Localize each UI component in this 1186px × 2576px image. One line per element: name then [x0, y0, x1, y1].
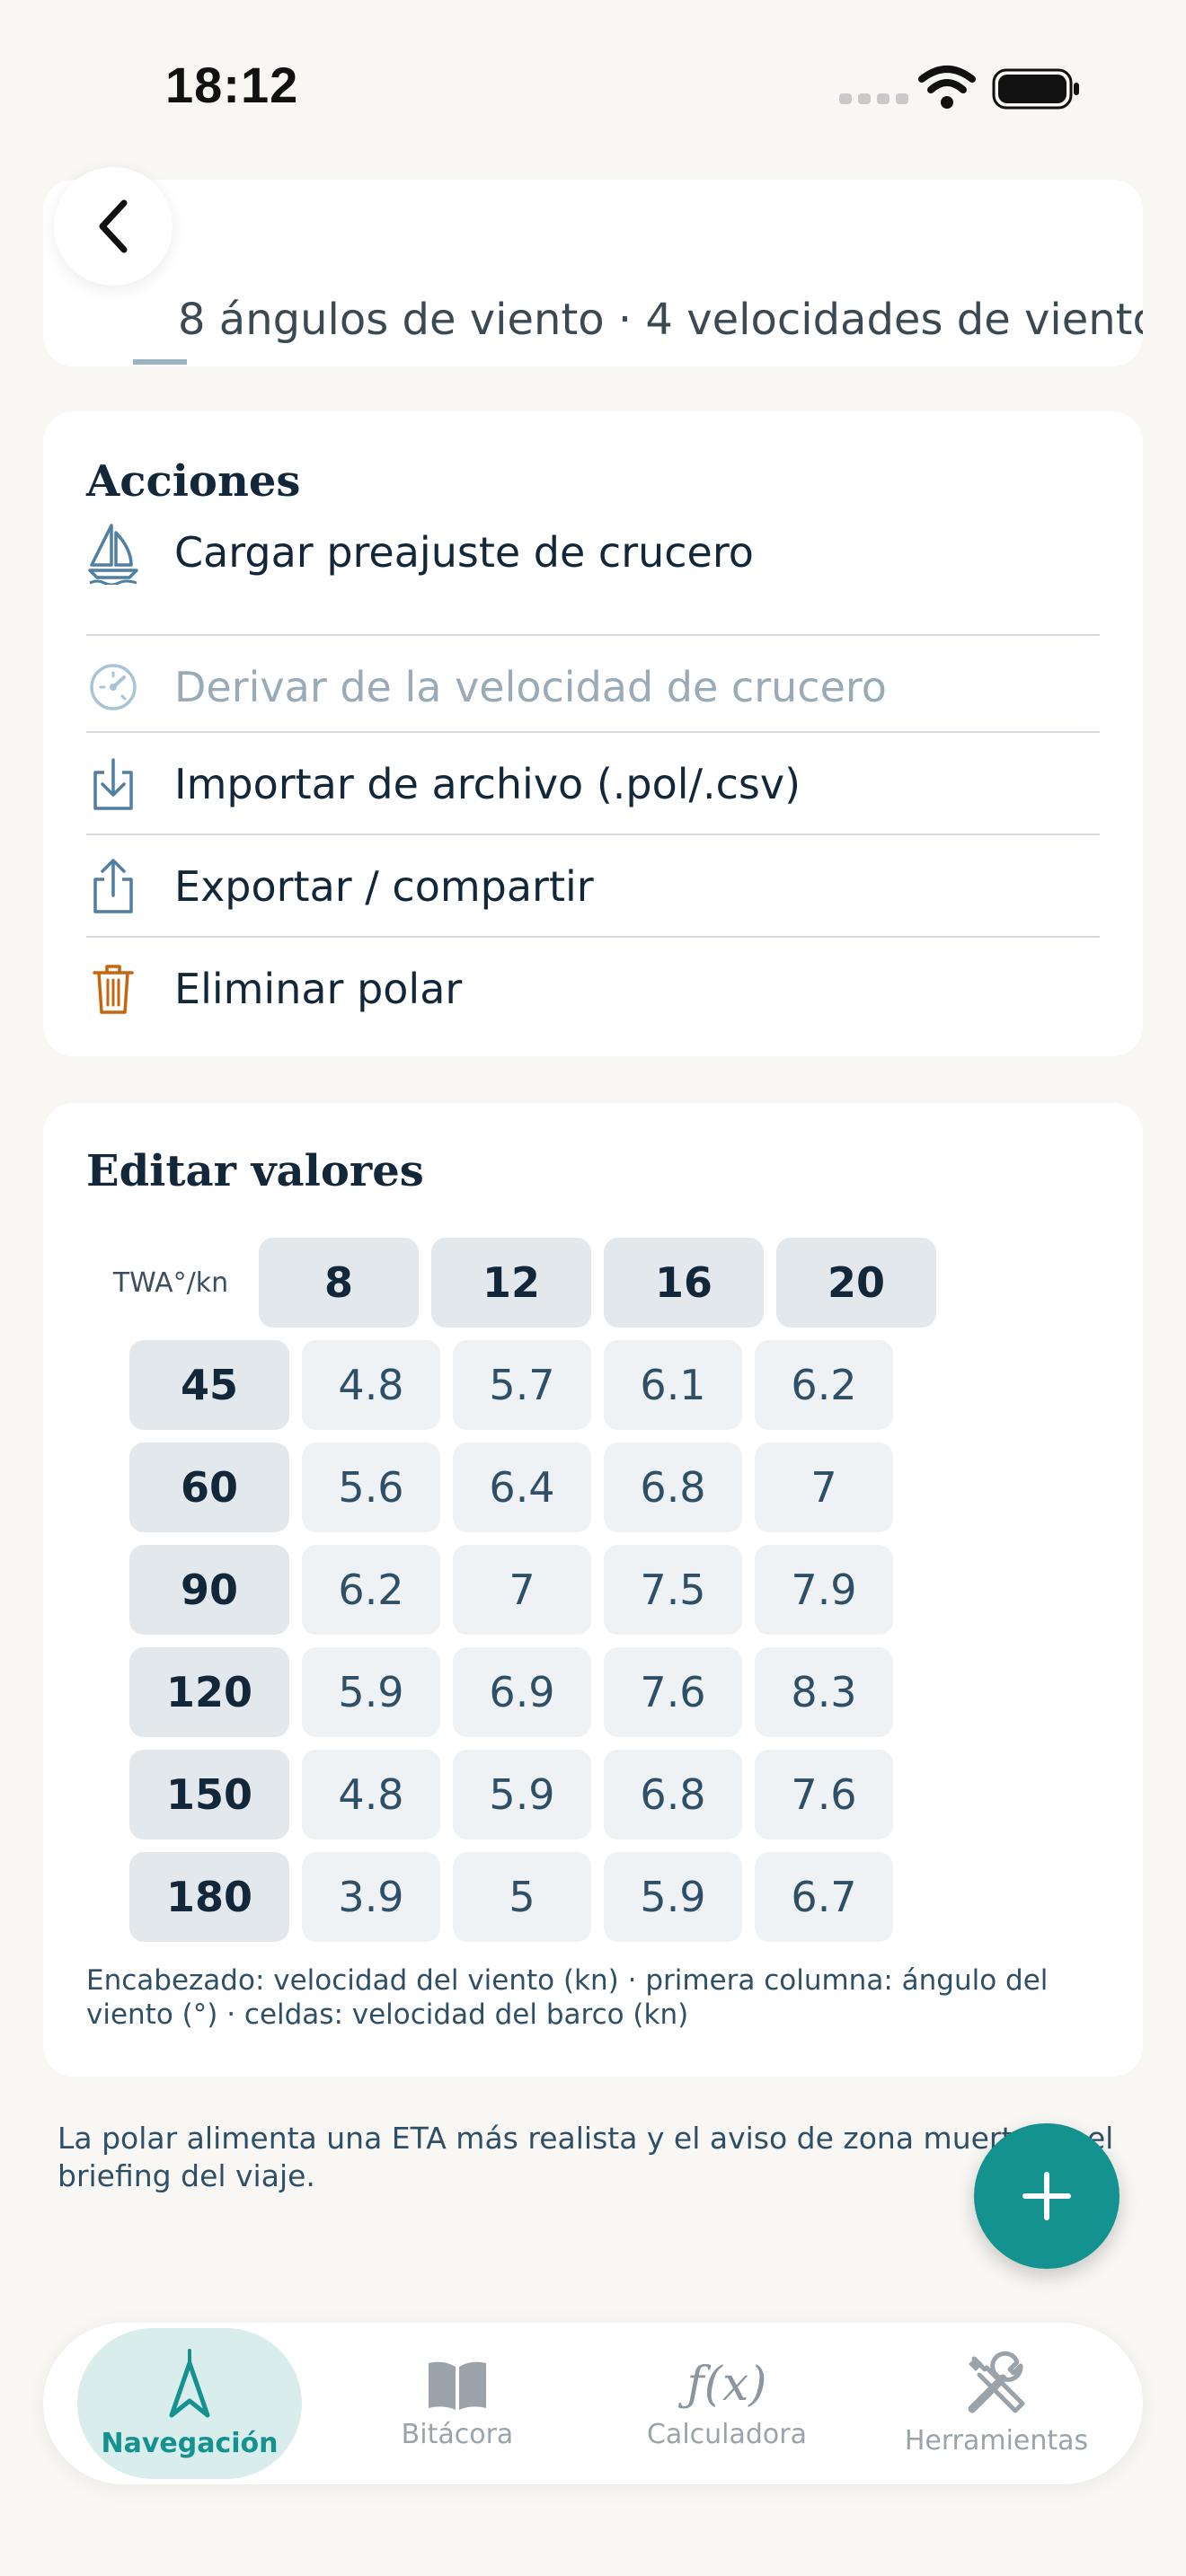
chevron-left-icon [99, 199, 128, 253]
wind-angle-header: 150 [129, 1750, 289, 1839]
add-button[interactable] [974, 2123, 1120, 2269]
trash-icon [86, 957, 140, 1021]
boat-speed-cell[interactable]: 3.9 [302, 1852, 440, 1942]
share-icon [86, 854, 140, 919]
compass-needle-icon [169, 2348, 210, 2417]
boat-speed-cell[interactable]: 5.9 [302, 1647, 440, 1737]
boat-speed-cell[interactable]: 4.8 [302, 1750, 440, 1839]
boat-speed-cell[interactable]: 5.9 [604, 1852, 742, 1942]
action-label: Exportar / compartir [174, 862, 594, 911]
wind-angle-header: 45 [129, 1340, 289, 1430]
boat-speed-cell[interactable]: 6.9 [453, 1647, 591, 1737]
import-from-file-button[interactable]: Importar de archivo (.pol/.csv) [86, 733, 1100, 835]
edit-values-card: Editar valores TWA°/kn 8 12 16 20 45 4.8 5… [43, 1103, 1143, 2077]
boat-speed-cell[interactable]: 7.6 [755, 1750, 893, 1839]
status-time: 18:12 [165, 57, 299, 113]
boat-speed-cell[interactable]: 7.5 [604, 1545, 742, 1635]
tab-navegacion[interactable]: Navegación [77, 2328, 302, 2479]
action-label: Importar de archivo (.pol/.csv) [174, 760, 801, 808]
boat-speed-cell[interactable]: 6.1 [604, 1340, 742, 1430]
function-icon: ƒ(x) [686, 2357, 767, 2412]
tab-herramientas[interactable]: Herramientas [884, 2328, 1109, 2479]
boat-speed-cell[interactable]: 6.2 [302, 1545, 440, 1635]
gauge-icon [86, 655, 140, 719]
action-label: Derivar de la velocidad de crucero [174, 663, 887, 711]
action-label: Eliminar polar [174, 965, 463, 1013]
tools-icon [968, 2351, 1025, 2413]
plus-icon [1022, 2172, 1071, 2220]
book-icon [429, 2361, 486, 2410]
cellular-signal-icon [839, 93, 908, 104]
boat-speed-cell[interactable]: 6.8 [604, 1750, 742, 1839]
wind-angle-header: 180 [129, 1852, 289, 1942]
wind-speed-header: 16 [604, 1238, 764, 1328]
actions-title: Acciones [86, 456, 301, 507]
tab-bitacora[interactable]: Bitácora [345, 2328, 570, 2479]
derive-from-cruise-speed-button[interactable]: Derivar de la velocidad de crucero [86, 636, 1100, 738]
boat-speed-cell[interactable]: 5.7 [453, 1340, 591, 1430]
download-icon [86, 752, 140, 816]
boat-speed-cell[interactable]: 5.9 [453, 1750, 591, 1839]
status-bar: 18:12 [0, 0, 1186, 171]
wind-angle-header: 90 [129, 1545, 289, 1635]
wind-angle-header: 120 [129, 1647, 289, 1737]
boat-speed-cell[interactable]: 6.2 [755, 1340, 893, 1430]
tab-label: Navegación [101, 2427, 279, 2459]
boat-speed-cell[interactable]: 5.6 [302, 1442, 440, 1532]
back-button[interactable] [54, 167, 173, 286]
boat-speed-cell[interactable]: 4.8 [302, 1340, 440, 1430]
delete-polar-button[interactable]: Eliminar polar [86, 938, 1100, 1040]
boat-speed-cell[interactable]: 7 [453, 1545, 591, 1635]
tab-bar: Navegación Bitácora ƒ(x) Calculadora Her… [43, 2323, 1143, 2484]
tab-label: Herramientas [904, 2424, 1089, 2457]
battery-icon [992, 68, 1079, 110]
tab-calculadora[interactable]: ƒ(x) Calculadora [615, 2328, 839, 2479]
edit-values-title: Editar valores [86, 1146, 424, 1196]
wind-angle-header: 60 [129, 1442, 289, 1532]
boat-speed-cell[interactable]: 5 [453, 1852, 591, 1942]
boat-speed-cell[interactable]: 7.9 [755, 1545, 893, 1635]
corner-label: TWA°/kn [112, 1266, 229, 1299]
wind-speed-header: 12 [431, 1238, 591, 1328]
boat-speed-cell[interactable]: 7.6 [604, 1647, 742, 1737]
boat-speed-cell[interactable]: 8.3 [755, 1647, 893, 1737]
boat-speed-cell[interactable]: 6.8 [604, 1442, 742, 1532]
wind-speed-header: 8 [259, 1238, 419, 1328]
load-cruise-preset-button[interactable]: Cargar preajuste de crucero [86, 501, 1100, 604]
grid-caption: Encabezado: velocidad del viento (kn) · … [86, 1964, 1049, 2031]
sailboat-icon [86, 520, 140, 585]
boat-speed-cell[interactable]: 6.4 [453, 1442, 591, 1532]
tab-label: Calculadora [646, 2418, 807, 2450]
boat-speed-cell[interactable]: 7 [755, 1442, 893, 1532]
tab-label: Bitácora [401, 2418, 514, 2450]
action-label: Cargar preajuste de crucero [174, 528, 754, 577]
polar-summary-text: 8 ángulos de viento · 4 velocidades de v… [178, 295, 1143, 345]
actions-card: Acciones Cargar preajuste de crucero Der… [43, 411, 1143, 1056]
export-share-button[interactable]: Exportar / compartir [86, 835, 1100, 938]
polar-summary-card: 8 ángulos de viento · 4 velocidades de v… [43, 180, 1143, 366]
wind-speed-header: 20 [776, 1238, 936, 1328]
wifi-icon [918, 66, 976, 109]
boat-speed-cell[interactable]: 6.7 [755, 1852, 893, 1942]
